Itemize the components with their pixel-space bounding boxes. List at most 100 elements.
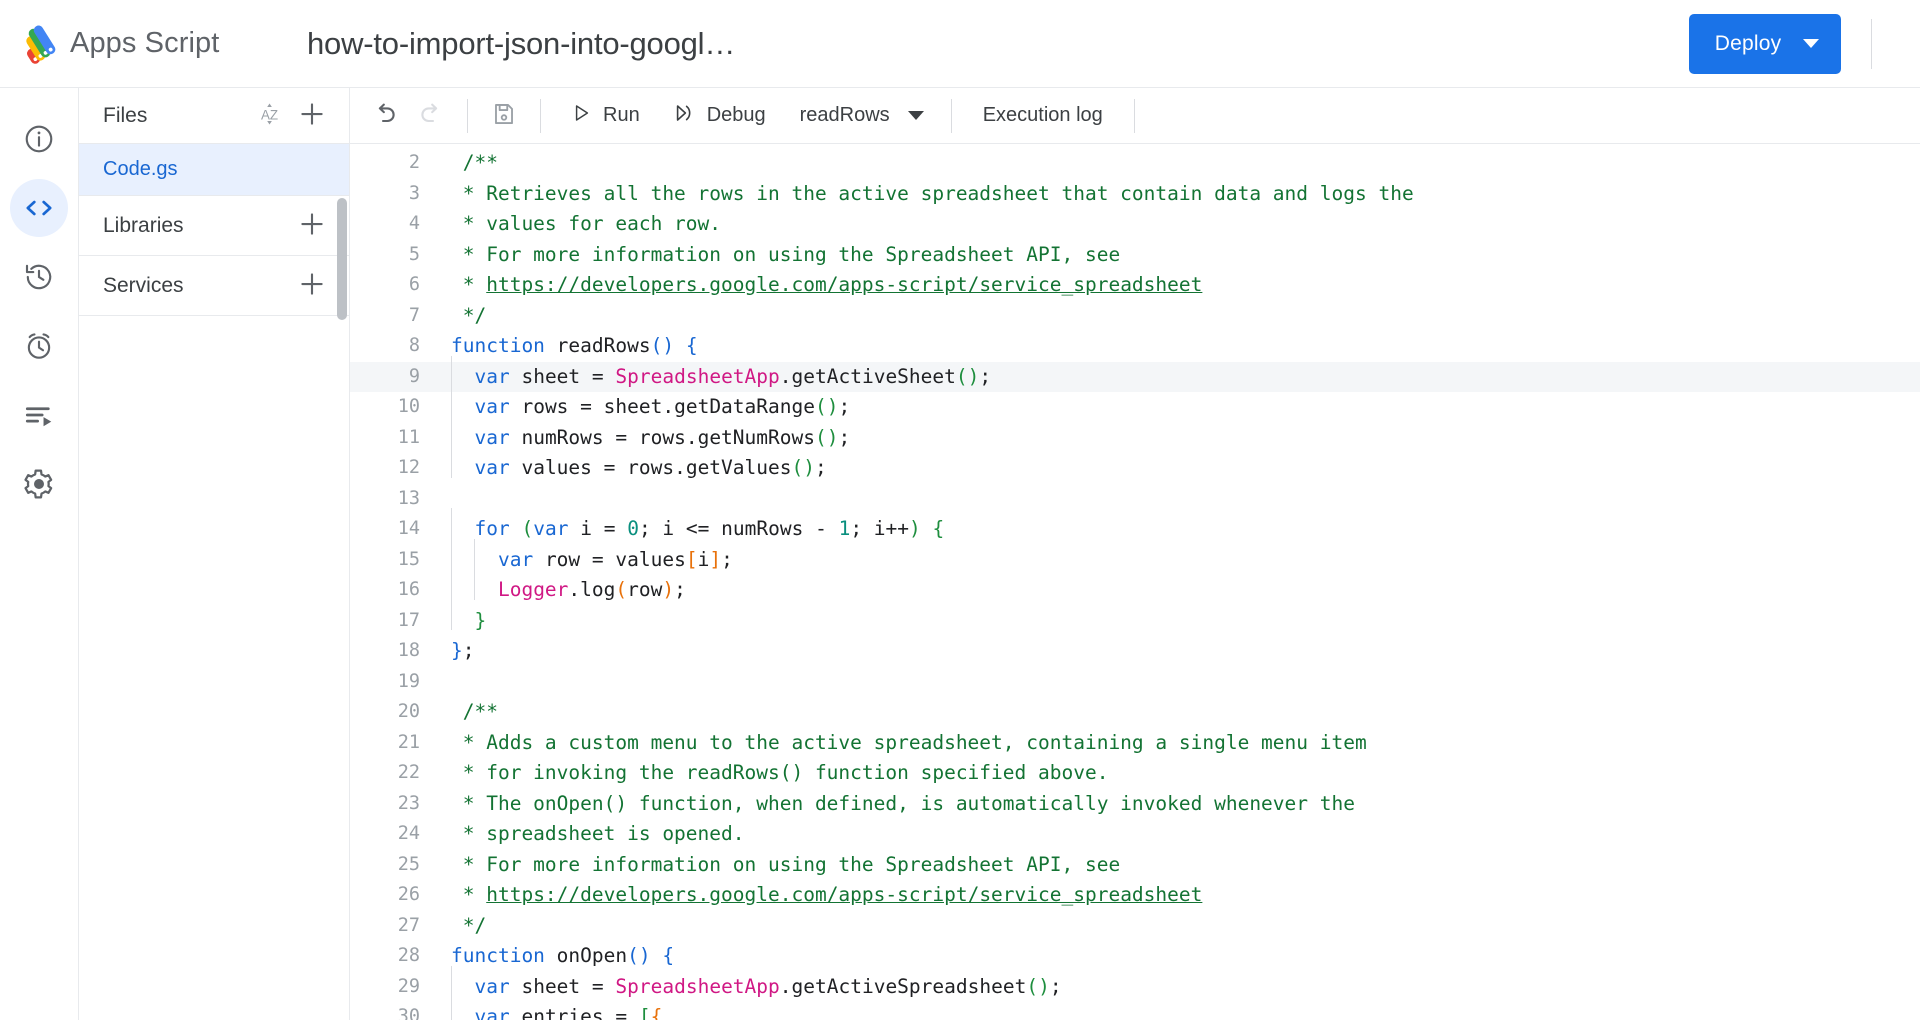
save-button[interactable] xyxy=(481,93,527,139)
code-token: ] xyxy=(709,548,721,571)
sidebar-item-overview[interactable] xyxy=(10,110,68,168)
code-token xyxy=(451,395,474,418)
code-line-text: } xyxy=(443,606,1920,637)
files-panel-scrollbar[interactable] xyxy=(337,198,347,320)
code-line[interactable]: 30 var entries = [{ xyxy=(350,1002,1920,1020)
code-line[interactable]: 16 Logger.log(row); xyxy=(350,575,1920,606)
function-select[interactable]: readRows xyxy=(782,94,938,138)
add-file-button[interactable] xyxy=(291,95,333,137)
redo-button[interactable] xyxy=(408,93,454,139)
sidebar-item-executions[interactable] xyxy=(10,386,68,444)
sort-az-button[interactable]: AZ xyxy=(249,95,291,137)
code-token xyxy=(510,517,522,540)
code-token: * The onOpen() function, when defined, i… xyxy=(451,792,1355,815)
code-line-text: * https://developers.google.com/apps-scr… xyxy=(443,880,1920,911)
code-token: { xyxy=(933,517,945,540)
code-line[interactable]: 23 * The onOpen() function, when defined… xyxy=(350,789,1920,820)
code-line-text: function onOpen() { xyxy=(443,941,1920,972)
line-number: 25 xyxy=(350,850,443,881)
line-number: 6 xyxy=(350,270,443,301)
code-token: rows.getNumRows xyxy=(627,426,815,449)
sidebar-section-libraries[interactable]: Libraries xyxy=(79,196,349,256)
code-line[interactable]: 25 * For more information on using the S… xyxy=(350,850,1920,881)
line-number: 17 xyxy=(350,606,443,637)
code-line[interactable]: 15 var row = values[i]; xyxy=(350,545,1920,576)
editor-toolbar: Run Debug readRows Execut xyxy=(350,88,1920,144)
line-number: 13 xyxy=(350,484,443,515)
code-line-text: function readRows() { xyxy=(443,331,1920,362)
undo-button[interactable] xyxy=(362,93,408,139)
code-line[interactable]: 28function onOpen() { xyxy=(350,941,1920,972)
code-editor[interactable]: 2 /**3 * Retrieves all the rows in the a… xyxy=(350,144,1920,1020)
plus-icon xyxy=(297,99,327,132)
code-line[interactable]: 11 var numRows = rows.getNumRows(); xyxy=(350,423,1920,454)
sidebar-section-services[interactable]: Services xyxy=(79,256,349,316)
code-line[interactable]: 7 */ xyxy=(350,301,1920,332)
code-line[interactable]: 3 * Retrieves all the rows in the active… xyxy=(350,179,1920,210)
line-number: 22 xyxy=(350,758,443,789)
indent-guide xyxy=(451,996,452,1020)
code-line-text: var sheet = SpreadsheetApp.getActiveSpre… xyxy=(443,972,1920,1003)
run-button[interactable]: Run xyxy=(554,94,656,138)
code-line[interactable]: 27 */ xyxy=(350,911,1920,942)
code-token xyxy=(604,975,616,998)
code-url-link[interactable]: https://developers.google.com/apps-scrip… xyxy=(486,883,1202,906)
line-number: 30 xyxy=(350,1002,443,1020)
code-line-text: var sheet = SpreadsheetApp.getActiveShee… xyxy=(443,362,1920,393)
add-library-button[interactable] xyxy=(291,205,333,247)
alarm-clock-icon xyxy=(23,330,55,362)
code-token: i xyxy=(568,517,603,540)
top-bar: Apps Script how-to-import-json-into-goog… xyxy=(0,0,1920,88)
code-line[interactable]: 20 /** xyxy=(350,697,1920,728)
code-line[interactable]: 2 /** xyxy=(350,148,1920,179)
code-token: sheet.getDataRange xyxy=(592,395,815,418)
code-line[interactable]: 14 for (var i = 0; i <= numRows - 1; i++… xyxy=(350,514,1920,545)
debug-button[interactable]: Debug xyxy=(656,94,782,138)
chevron-down-icon xyxy=(1803,39,1819,48)
code-line[interactable]: 6 * https://developers.google.com/apps-s… xyxy=(350,270,1920,301)
indent-guide xyxy=(451,447,452,478)
sidebar-item-project-settings[interactable] xyxy=(10,455,68,513)
code-line[interactable]: 5 * For more information on using the Sp… xyxy=(350,240,1920,271)
code-token: = xyxy=(592,975,604,998)
code-token: ; xyxy=(1050,975,1062,998)
code-token: ) xyxy=(909,517,921,540)
file-item-code-gs[interactable]: Code.gs xyxy=(79,144,349,196)
code-line[interactable]: 10 var rows = sheet.getDataRange(); xyxy=(350,392,1920,423)
services-label: Services xyxy=(103,274,291,298)
gear-icon xyxy=(23,468,55,500)
code-line[interactable]: 12 var values = rows.getValues(); xyxy=(350,453,1920,484)
code-line[interactable]: 17 } xyxy=(350,606,1920,637)
code-line[interactable]: 26 * https://developers.google.com/apps-… xyxy=(350,880,1920,911)
code-line[interactable]: 4 * values for each row. xyxy=(350,209,1920,240)
execution-log-button[interactable]: Execution log xyxy=(965,104,1121,127)
code-line[interactable]: 18}; xyxy=(350,636,1920,667)
line-number: 2 xyxy=(350,148,443,179)
code-line[interactable]: 24 * spreadsheet is opened. xyxy=(350,819,1920,850)
code-line[interactable]: 8function readRows() { xyxy=(350,331,1920,362)
code-line[interactable]: 13 xyxy=(350,484,1920,515)
left-rail xyxy=(0,88,79,1020)
sidebar-item-editor[interactable] xyxy=(10,179,68,237)
code-token xyxy=(921,517,933,540)
code-token: = xyxy=(604,517,616,540)
brand-area[interactable]: Apps Script xyxy=(18,24,268,64)
code-line[interactable]: 21 * Adds a custom menu to the active sp… xyxy=(350,728,1920,759)
indent-guide xyxy=(451,966,452,997)
code-url-link[interactable]: https://developers.google.com/apps-scrip… xyxy=(486,273,1202,296)
toolbar-divider xyxy=(1134,99,1135,133)
code-token: = xyxy=(615,426,627,449)
code-token: ; xyxy=(838,426,850,449)
sidebar-item-triggers[interactable] xyxy=(10,317,68,375)
code-line-text: Logger.log(row); xyxy=(443,575,1920,606)
code-line[interactable]: 9 var sheet = SpreadsheetApp.getActiveSh… xyxy=(350,362,1920,393)
code-line[interactable]: 22 * for invoking the readRows() functio… xyxy=(350,758,1920,789)
sidebar-item-triggers-history[interactable] xyxy=(10,248,68,306)
line-number: 16 xyxy=(350,575,443,606)
add-service-button[interactable] xyxy=(291,265,333,307)
deploy-button[interactable]: Deploy xyxy=(1689,14,1841,74)
code-line[interactable]: 29 var sheet = SpreadsheetApp.getActiveS… xyxy=(350,972,1920,1003)
code-token: = xyxy=(580,395,592,418)
page-title[interactable]: how-to-import-json-into-googl… xyxy=(307,26,735,62)
code-line[interactable]: 19 xyxy=(350,667,1920,698)
